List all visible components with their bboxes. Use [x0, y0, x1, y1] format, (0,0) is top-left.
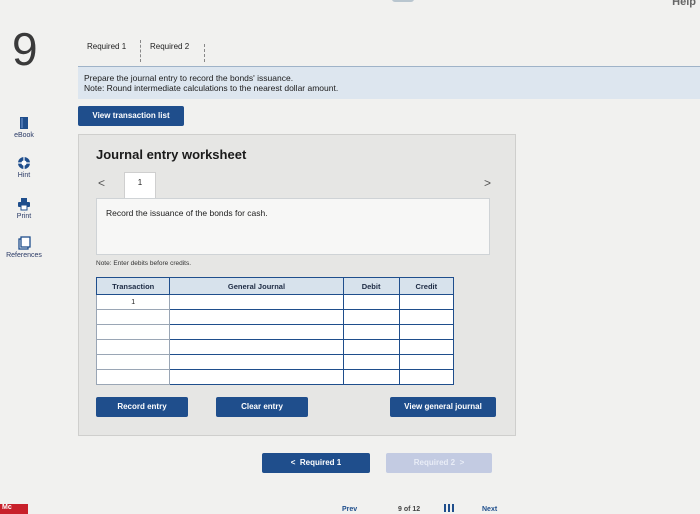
- instruction-note: Note: Round intermediate calculations to…: [84, 83, 339, 93]
- header-credit: Credit: [398, 277, 455, 295]
- prev-required-button[interactable]: < Required 1: [262, 453, 370, 473]
- prev-required-label: Required 1: [299, 458, 342, 467]
- transaction-cell: [95, 324, 171, 340]
- references-icon: [18, 236, 31, 250]
- account-input[interactable]: [169, 324, 344, 340]
- transaction-description: Record the issuance of the bonds for cas…: [106, 208, 268, 218]
- debit-input[interactable]: [342, 294, 400, 310]
- transaction-cell: [95, 354, 171, 370]
- table-row: [95, 309, 455, 325]
- chevron-left-icon: <: [290, 458, 296, 467]
- tab-divider: [140, 40, 141, 62]
- debit-input[interactable]: [342, 324, 400, 340]
- header-transaction: Transaction: [95, 277, 171, 295]
- hint-icon: [18, 157, 30, 169]
- sidebar-item-label: Hint: [17, 172, 31, 179]
- next-question-link[interactable]: Next: [482, 506, 497, 513]
- journal-entry-table: Transaction General Journal Debit Credit…: [95, 277, 455, 385]
- transaction-cell: 1: [95, 294, 171, 310]
- credit-input[interactable]: [398, 339, 455, 355]
- table-row: 1: [95, 294, 455, 310]
- grid-icon[interactable]: [444, 504, 456, 512]
- account-input[interactable]: [169, 339, 344, 355]
- transaction-description-box: [96, 198, 490, 255]
- next-transaction-arrow[interactable]: >: [484, 176, 491, 190]
- sidebar-item-hint[interactable]: Hint: [0, 156, 48, 179]
- tab-divider: [204, 44, 205, 62]
- next-required-label: Required 2: [413, 458, 456, 467]
- table-row: [95, 339, 455, 355]
- header-debit: Debit: [342, 277, 400, 295]
- question-number: 9: [12, 23, 38, 75]
- credit-input[interactable]: [398, 354, 455, 370]
- debits-note: Note: Enter debits before credits.: [96, 260, 192, 267]
- header-general-journal: General Journal: [169, 277, 344, 295]
- prev-transaction-arrow[interactable]: <: [98, 176, 105, 190]
- record-entry-button[interactable]: Record entry: [96, 397, 188, 417]
- worksheet-title: Journal entry worksheet: [96, 147, 247, 162]
- question-counter: 9 of 12: [398, 506, 421, 513]
- account-input[interactable]: [169, 369, 344, 385]
- transaction-cell: [95, 369, 171, 385]
- sidebar-item-label: eBook: [14, 132, 34, 139]
- tab-required-2[interactable]: Required 2: [150, 42, 189, 51]
- debit-input[interactable]: [342, 369, 400, 385]
- transaction-page-tab[interactable]: 1: [124, 172, 156, 199]
- top-scroll-marker: [392, 0, 414, 2]
- chevron-right-icon: >: [459, 458, 465, 467]
- sidebar-item-print[interactable]: Print: [0, 197, 48, 220]
- table-header-row: Transaction General Journal Debit Credit: [95, 277, 455, 295]
- instruction-text: Prepare the journal entry to record the …: [84, 73, 294, 83]
- table-row: [95, 324, 455, 340]
- debit-input[interactable]: [342, 309, 400, 325]
- instructions-panel: Prepare the journal entry to record the …: [78, 66, 700, 99]
- table-row: [95, 369, 455, 385]
- credit-input[interactable]: [398, 369, 455, 385]
- sidebar-item-references[interactable]: References: [0, 236, 48, 259]
- next-required-button[interactable]: Required 2 >: [386, 453, 492, 473]
- transaction-cell: [95, 339, 171, 355]
- debit-input[interactable]: [342, 339, 400, 355]
- help-link[interactable]: Help: [672, 0, 696, 8]
- credit-input[interactable]: [398, 294, 455, 310]
- credit-input[interactable]: [398, 309, 455, 325]
- debit-input[interactable]: [342, 354, 400, 370]
- prev-question-link[interactable]: Prev: [342, 506, 357, 513]
- table-row: [95, 354, 455, 370]
- mcgraw-logo: Mc: [0, 504, 28, 514]
- tab-required-1[interactable]: Required 1: [87, 42, 126, 51]
- clear-entry-button[interactable]: Clear entry: [216, 397, 308, 417]
- print-icon: [18, 198, 30, 211]
- account-input[interactable]: [169, 294, 344, 310]
- sidebar-item-ebook[interactable]: eBook: [0, 116, 48, 139]
- account-input[interactable]: [169, 309, 344, 325]
- transaction-cell: [95, 309, 171, 325]
- book-icon: [20, 117, 28, 129]
- sidebar-item-label: Print: [16, 213, 32, 220]
- account-input[interactable]: [169, 354, 344, 370]
- requirement-tabs: Required 1 Required 2: [78, 38, 700, 67]
- credit-input[interactable]: [398, 324, 455, 340]
- sidebar-item-label: References: [6, 252, 42, 259]
- view-general-journal-button[interactable]: View general journal: [390, 397, 496, 417]
- view-transaction-list-button[interactable]: View transaction list: [78, 106, 184, 126]
